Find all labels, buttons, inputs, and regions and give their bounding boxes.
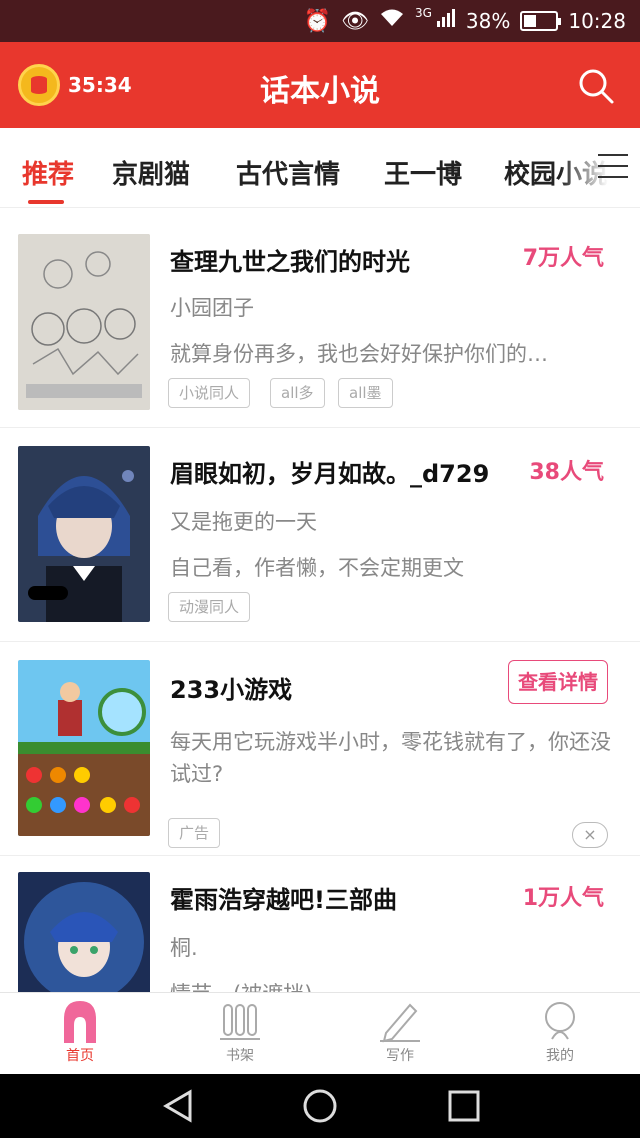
nav-profile[interactable]: 我的 (520, 999, 600, 1065)
signal-label: 3G (414, 6, 432, 20)
nav-label: 写作 (386, 1048, 414, 1064)
home-icon (64, 1001, 96, 1043)
battery-percent: 38% (465, 9, 511, 33)
popularity: 7万人气 (522, 246, 604, 271)
book-title: 查理九世之我们的时光 (170, 248, 410, 276)
description: 就算身份再多，我也会好好保护你们的… (170, 342, 548, 366)
close-ad-button[interactable]: × (572, 822, 608, 848)
menu-icon[interactable] (598, 154, 628, 178)
eye-icon: 👁 (341, 8, 369, 34)
tab-jingjumao[interactable]: 京剧猫 (112, 154, 190, 191)
status-bar: ⏰ 👁 3G 38% 10:28 (0, 0, 640, 42)
wifi-icon (379, 8, 405, 34)
author: 又是拖更的一天 (170, 510, 317, 534)
pen-icon (380, 1003, 420, 1043)
description: 情节…(被遮挡) (170, 978, 620, 992)
nav-home[interactable]: 首页 (40, 999, 120, 1065)
tab-recommend[interactable]: 推荐 (22, 154, 74, 191)
ad-card[interactable]: 233小游戏 查看详情 每天用它玩游戏半小时，零花钱就有了，你还没试过? 广告 … (0, 642, 640, 856)
tab-wang-yibo[interactable]: 王一博 (384, 154, 462, 191)
book-list: 查理九世之我们的时光 7万人气 小园团子 就算身份再多，我也会好好保护你们的… … (0, 214, 640, 992)
recents-icon[interactable] (446, 1088, 482, 1124)
book-cover (18, 872, 150, 992)
active-tab-indicator (28, 200, 64, 204)
book-card[interactable]: 查理九世之我们的时光 7万人气 小园团子 就算身份再多，我也会好好保护你们的… … (0, 214, 640, 428)
app-title: 话本小说 (260, 74, 380, 109)
nav-write[interactable]: 写作 (360, 999, 440, 1065)
nav-bookshelf[interactable]: 书架 (200, 999, 280, 1065)
clock: 10:28 (568, 9, 626, 33)
nav-label: 书架 (226, 1048, 254, 1064)
alarm-icon: ⏰ (303, 8, 332, 34)
ad-image (18, 660, 150, 836)
bookshelf-icon (220, 1004, 260, 1040)
tag[interactable]: 动漫同人 (168, 592, 251, 622)
back-icon[interactable] (160, 1088, 196, 1124)
book-cover (18, 446, 150, 622)
nav-label: 我的 (546, 1048, 574, 1064)
ad-title: 233小游戏 (170, 676, 293, 704)
book-card[interactable]: 眉眼如初，岁月如故。_d729 38人气 又是拖更的一天 自己看，作者懒，不会定… (0, 428, 640, 642)
battery-fill (524, 15, 536, 27)
ad-description: 每天用它玩游戏半小时，零花钱就有了，你还没试过? (170, 730, 611, 786)
popularity: 1万人气 (522, 886, 604, 911)
popularity: 38人气 (529, 460, 604, 485)
tab-ancient-romance[interactable]: 古代言情 (236, 154, 340, 191)
tag[interactable]: all墨 (338, 378, 393, 408)
system-nav-bar (0, 1074, 640, 1138)
book-title: 眉眼如初，岁月如故。_d729 (170, 460, 490, 488)
bottom-nav: 首页 书架 写作 我的 (0, 992, 640, 1074)
search-button[interactable] (576, 66, 616, 106)
nav-label: 首页 (66, 1048, 94, 1064)
book-title: 霍雨浩穿越吧!三部曲 (170, 886, 397, 914)
battery-icon (520, 11, 562, 31)
description: 自己看，作者懒，不会定期更文 (170, 556, 464, 580)
search-icon (579, 69, 614, 104)
category-tabs: 推荐 京剧猫 古代言情 王一博 校园小说 (0, 128, 640, 208)
tag[interactable]: 小说同人 (168, 378, 251, 408)
home-button-icon[interactable] (302, 1088, 338, 1124)
tag[interactable]: all多 (270, 378, 325, 408)
signal-icon (436, 8, 456, 34)
book-cover (18, 234, 150, 410)
ad-tag: 广告 (168, 818, 221, 848)
app-header: 35:34 话本小说 (0, 42, 640, 128)
book-card[interactable]: 霍雨浩穿越吧!三部曲 1万人气 桐. 情节…(被遮挡) (0, 856, 640, 992)
author: 小园团子 (170, 296, 254, 320)
profile-icon (545, 1002, 575, 1040)
author: 桐. (170, 936, 198, 960)
view-details-button[interactable]: 查看详情 (508, 660, 608, 704)
